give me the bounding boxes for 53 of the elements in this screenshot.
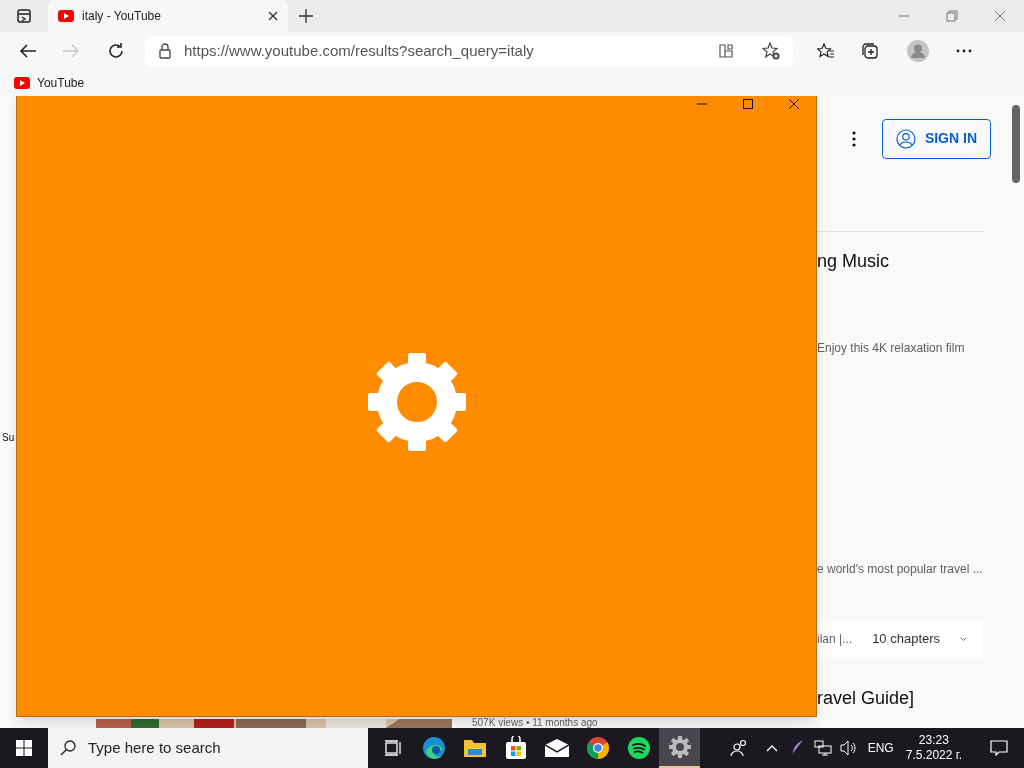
play-logo-icon (14, 77, 30, 89)
edge-browser-icon (421, 736, 446, 760)
sidebar-label[interactable]: Su (2, 430, 15, 445)
volume-icon[interactable] (839, 740, 858, 756)
gear-icon (367, 353, 466, 451)
close-icon[interactable] (268, 11, 278, 21)
video-meta: 507K views • 11 months ago (472, 718, 598, 728)
folder-icon (462, 738, 487, 758)
sign-in-button[interactable]: SIGN IN (882, 118, 991, 159)
app-grid-icon[interactable] (718, 43, 734, 59)
close-icon[interactable] (788, 98, 800, 110)
new-tab-icon[interactable] (298, 8, 314, 24)
address-bar[interactable]: https://www.youtube.com/results?search_query=italy (145, 36, 793, 66)
chrome-icon (585, 736, 610, 760)
scrollbar-thumb[interactable] (1011, 105, 1020, 183)
back-icon[interactable] (19, 43, 37, 59)
lock-icon[interactable] (158, 43, 172, 59)
add-favorite-icon[interactable] (762, 42, 780, 60)
clock[interactable]: 23:23 7.5.2022 г. (905, 733, 962, 763)
windows-start-icon[interactable] (16, 740, 32, 756)
people-icon[interactable] (729, 739, 748, 757)
play-logo-icon (58, 10, 74, 22)
chapters-bar[interactable]: ilan |... 10 chapters (817, 621, 983, 657)
shopping-bag-icon (504, 736, 527, 760)
more-icon[interactable] (956, 49, 972, 53)
maximize-icon[interactable] (742, 98, 754, 110)
collections-icon[interactable] (861, 42, 879, 60)
account-icon (896, 127, 916, 150)
video-description: e world's most popular travel ... (817, 561, 984, 578)
more-vertical-icon[interactable] (852, 130, 856, 147)
task-view-icon (383, 740, 402, 756)
browser-tab[interactable]: italy - YouTube (48, 0, 288, 32)
taskbar-search-field[interactable]: Type here to search (48, 728, 368, 768)
clock-time: 23:23 (918, 733, 949, 748)
search-icon (60, 740, 76, 756)
gear-icon (668, 736, 691, 758)
video-description: Enjoy this 4K relaxation film (817, 340, 966, 357)
network-icon[interactable] (813, 740, 832, 756)
tab-actions-icon[interactable] (16, 8, 32, 24)
notifications-icon[interactable] (990, 740, 1008, 756)
refresh-icon[interactable] (107, 42, 125, 60)
envelope-icon (544, 739, 569, 757)
clock-date: 7.5.2022 г. (905, 748, 962, 763)
language-indicator[interactable]: ENG (867, 739, 894, 757)
video-title[interactable]: ng Music (817, 249, 1007, 273)
chevron-up-icon[interactable] (765, 744, 778, 752)
video-title[interactable]: ravel Guide] (817, 686, 1007, 710)
spotify-icon (626, 736, 651, 760)
favorites-icon[interactable] (817, 42, 835, 60)
restore-icon[interactable] (946, 10, 958, 22)
chevron-down-icon[interactable] (960, 635, 967, 643)
bookmark[interactable]: YouTube (14, 77, 85, 89)
profile-avatar-icon[interactable] (907, 40, 929, 62)
